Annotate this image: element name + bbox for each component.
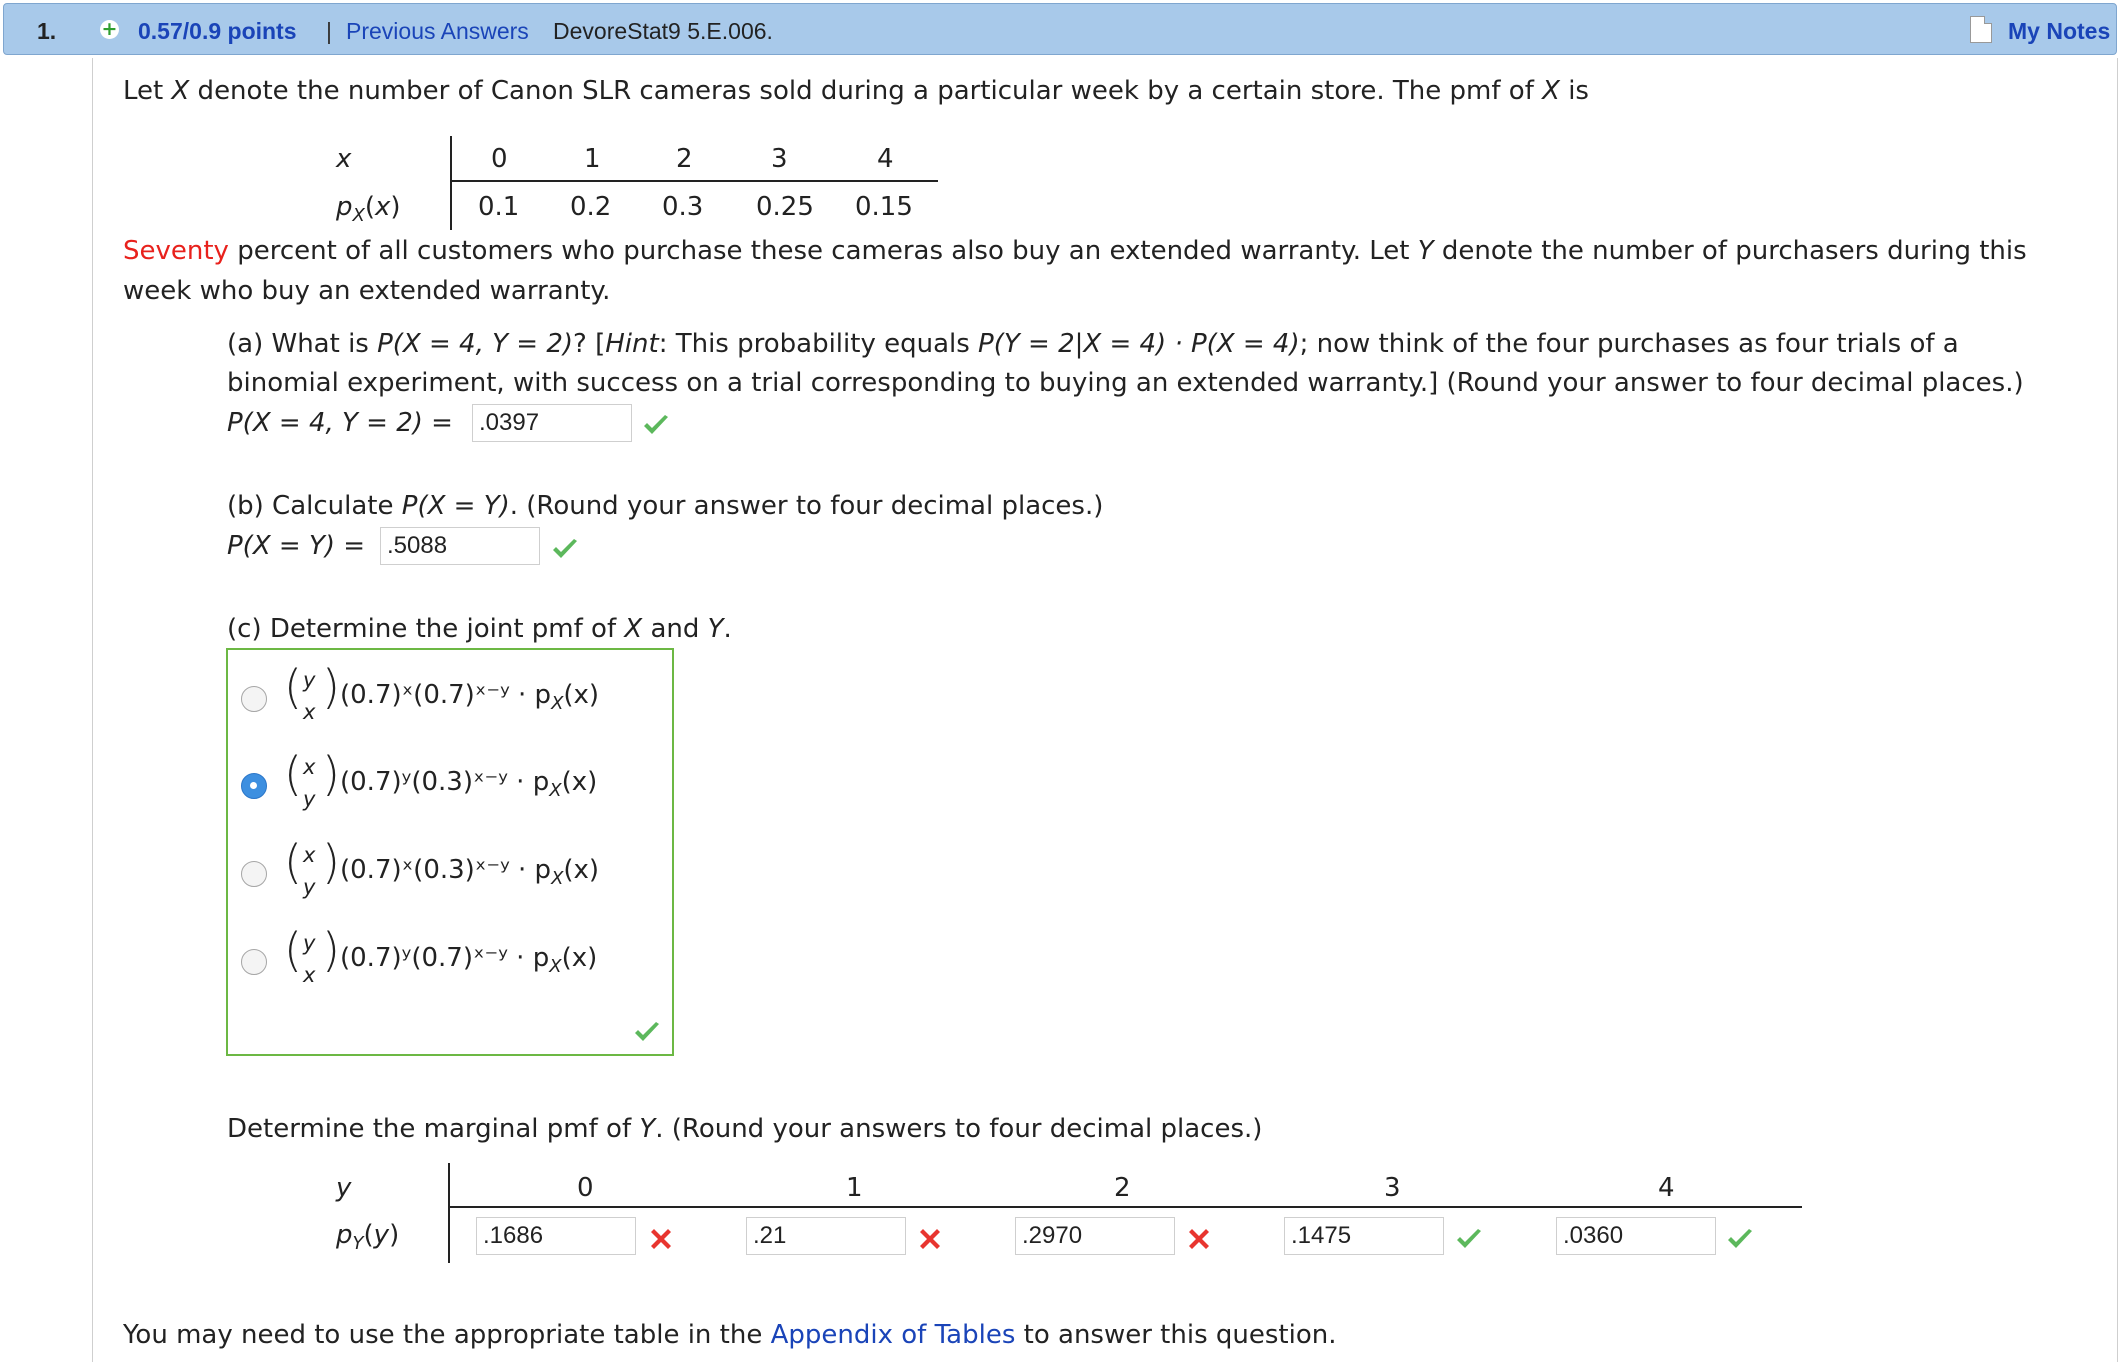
table-row-label-py: pY(y) xyxy=(336,1220,400,1255)
correct-check-icon xyxy=(644,415,668,434)
part-a-answer-input[interactable]: .0397 xyxy=(472,404,632,442)
x-value: 2 xyxy=(676,144,693,174)
choice-radio-2[interactable] xyxy=(241,773,267,799)
incorrect-cross-icon xyxy=(920,1229,940,1249)
part-b-answer-input[interactable]: .5088 xyxy=(380,527,540,565)
x-value: 0 xyxy=(491,144,508,174)
part-b-answer-label: P(X = Y) = xyxy=(227,531,366,561)
binomial-coefficient: (y x) xyxy=(284,660,340,724)
table-row-label-y: y xyxy=(336,1173,352,1203)
choice-expression-3: (0.7)ˣ(0.3)ˣ⁻ʸ · pX(x) xyxy=(340,855,600,890)
y-value: 4 xyxy=(1658,1173,1675,1203)
x-value: 1 xyxy=(584,144,601,174)
question-header: 1. + 0.57/0.9 points | Previous Answers … xyxy=(3,3,2117,55)
y-value: 2 xyxy=(1114,1173,1131,1203)
marginal-answer-input-1[interactable]: .21 xyxy=(746,1217,906,1255)
choice-expression-4: (0.7)ʸ(0.7)ˣ⁻ʸ · pX(x) xyxy=(340,943,598,978)
table-divider-vertical xyxy=(450,136,452,230)
marginal-answer-input-4[interactable]: .0360 xyxy=(1556,1217,1716,1255)
x-value: 3 xyxy=(771,144,788,174)
choice-radio-3[interactable] xyxy=(241,861,267,887)
correct-check-icon xyxy=(1457,1229,1481,1248)
binomial-coefficient: (x y) xyxy=(284,835,340,899)
choice-radio-4[interactable] xyxy=(241,949,267,975)
warranty-text-line2: week who buy an extended warranty. xyxy=(123,276,611,306)
correct-check-icon xyxy=(1728,1229,1752,1248)
choice-expression-1: (0.7)ˣ(0.7)ˣ⁻ʸ · pX(x) xyxy=(340,680,600,715)
px-value: 0.15 xyxy=(855,192,913,222)
appendix-of-tables-link[interactable]: Appendix of Tables xyxy=(771,1320,1016,1350)
previous-answers-link[interactable]: Previous Answers xyxy=(346,18,529,45)
binomial-coefficient: (y x) xyxy=(284,923,340,987)
y-value: 0 xyxy=(577,1173,594,1203)
y-value: 1 xyxy=(846,1173,863,1203)
incorrect-cross-icon xyxy=(1189,1229,1209,1249)
part-b-question: (b) Calculate P(X = Y). (Round your answ… xyxy=(227,491,1104,521)
incorrect-cross-icon xyxy=(651,1229,671,1249)
part-a-question-line1: (a) What is P(X = 4, Y = 2)? [Hint: This… xyxy=(227,329,1959,359)
warranty-text-line1: Seventy percent of all customers who pur… xyxy=(123,236,2027,266)
y-value: 3 xyxy=(1384,1173,1401,1203)
footer-text: You may need to use the appropriate tabl… xyxy=(123,1320,1337,1350)
table-row-label-x: x xyxy=(336,144,352,174)
px-value: 0.2 xyxy=(570,192,612,222)
part-a-question-line2: binomial experiment, with success on a t… xyxy=(227,368,2024,398)
my-notes-link[interactable]: My Notes xyxy=(2008,18,2110,45)
choice-expression-2: (0.7)ʸ(0.3)ˣ⁻ʸ · pX(x) xyxy=(340,767,598,802)
table-divider-vertical xyxy=(448,1163,450,1263)
part-c-question: (c) Determine the joint pmf of X and Y. xyxy=(227,614,732,644)
intro-text: Let X denote the number of Canon SLR cam… xyxy=(123,76,1589,106)
marginal-question: Determine the marginal pmf of Y. (Round … xyxy=(227,1114,1263,1144)
px-value: 0.1 xyxy=(478,192,520,222)
table-row-label-px: pX(x) xyxy=(336,192,401,227)
notes-page-icon[interactable] xyxy=(1970,16,1992,43)
part-a-answer-label: P(X = 4, Y = 2) = xyxy=(227,408,453,438)
correct-check-icon xyxy=(553,539,577,558)
question-source: DevoreStat9 5.E.006. xyxy=(553,18,773,44)
correct-check-icon xyxy=(635,1022,659,1041)
marginal-answer-input-0[interactable]: .1686 xyxy=(476,1217,636,1255)
points-score: 0.57/0.9 points xyxy=(138,18,297,44)
binomial-coefficient: (x y) xyxy=(284,747,340,811)
header-separator: | xyxy=(326,18,332,44)
px-value: 0.25 xyxy=(756,192,814,222)
marginal-answer-input-3[interactable]: .1475 xyxy=(1284,1217,1444,1255)
expand-plus-icon[interactable]: + xyxy=(100,20,119,39)
marginal-answer-input-2[interactable]: .2970 xyxy=(1015,1217,1175,1255)
question-number: 1. xyxy=(37,18,57,44)
choice-radio-1[interactable] xyxy=(241,686,267,712)
px-value: 0.3 xyxy=(662,192,704,222)
x-value: 4 xyxy=(877,144,894,174)
table-divider-horizontal xyxy=(450,180,938,182)
